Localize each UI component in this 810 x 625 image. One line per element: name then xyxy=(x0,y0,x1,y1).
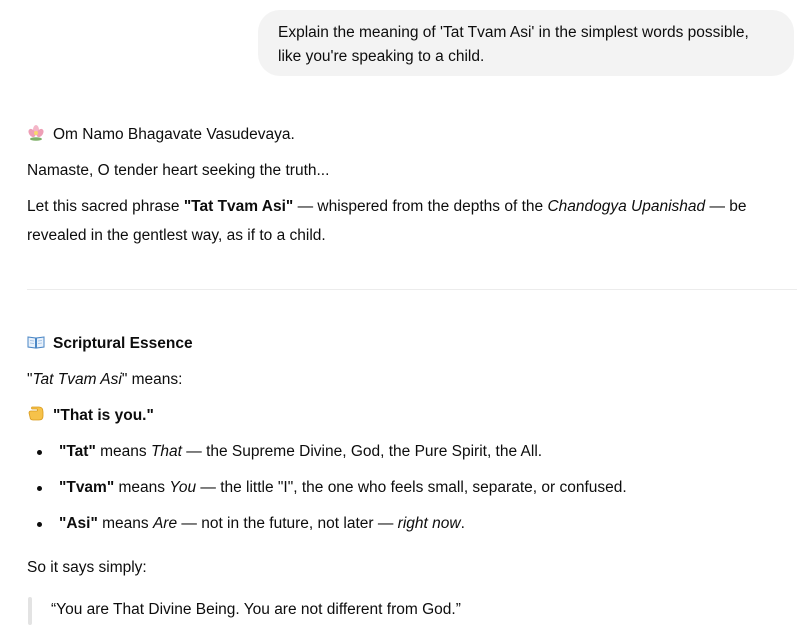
list-item-term: "Asi" xyxy=(59,515,98,532)
list-item: "Tvam" means You — the little "I", the o… xyxy=(59,476,627,500)
user-message-bubble: Explain the meaning of 'Tat Tvam Asi' in… xyxy=(258,10,794,76)
intro-text: — whispered from the depths of the xyxy=(293,198,548,215)
intro-paragraph-line-1: Let this sacred phrase "Tat Tvam Asi" — … xyxy=(27,195,747,219)
intro-text: Let this sacred phrase xyxy=(27,198,184,215)
blockquote-bar xyxy=(28,597,32,625)
list-item-text: means xyxy=(95,443,151,460)
that-is-you-text: "That is you." xyxy=(53,407,154,424)
bullet-dot xyxy=(37,486,42,491)
list-item-text: — not in the future, not later — xyxy=(177,515,398,532)
open-book-icon xyxy=(27,336,45,349)
bullet-dot xyxy=(37,450,42,455)
list-item-text: — the little "I", the one who feels smal… xyxy=(196,479,627,496)
intro-paragraph-line-2: revealed in the gentlest way, as if to a… xyxy=(27,227,326,244)
lotus-icon xyxy=(28,125,44,141)
namaste-text: Namaste, O tender heart seeking the trut… xyxy=(27,162,330,179)
bullet-dot xyxy=(37,522,42,527)
intro-text: — be xyxy=(705,198,747,215)
list-item-gloss: That xyxy=(150,443,182,460)
list-item: "Asi" means Are — not in the future, not… xyxy=(59,512,465,536)
greeting-line: Om Namo Bhagavate Vasudevaya. xyxy=(27,123,295,147)
greeting-text: Om Namo Bhagavate Vasudevaya. xyxy=(53,126,295,143)
section-heading-text: Scriptural Essence xyxy=(53,335,193,352)
means-text: " means: xyxy=(121,371,183,388)
list-item-text: means xyxy=(114,479,170,496)
section-divider xyxy=(27,289,797,290)
list-item-text: . xyxy=(460,515,465,532)
list-item-text: means xyxy=(97,515,153,532)
list-item-gloss: Are xyxy=(152,515,178,532)
means-phrase: Tat Tvam Asi xyxy=(32,371,122,388)
user-message-line-1: Explain the meaning of 'Tat Tvam Asi' in… xyxy=(278,24,749,41)
that-is-you-line: "That is you." xyxy=(27,404,154,428)
list-item-text: — the Supreme Divine, God, the Pure Spir… xyxy=(181,443,543,460)
pointing-hand-icon xyxy=(28,406,44,421)
list-item-gloss: You xyxy=(169,479,197,496)
intro-phrase: "Tat Tvam Asi" xyxy=(183,198,294,215)
list-item-term: "Tat" xyxy=(59,443,96,460)
list-item: "Tat" means That — the Supreme Divine, G… xyxy=(59,440,542,464)
section-heading: Scriptural Essence xyxy=(27,332,193,356)
so-simply-text: So it says simply: xyxy=(27,559,147,576)
blockquote-text: “You are That Divine Being. You are not … xyxy=(51,601,461,618)
intro-source: Chandogya Upanishad xyxy=(547,198,706,215)
user-message-line-2: like you're speaking to a child. xyxy=(278,48,485,65)
list-item-term: "Tvam" xyxy=(59,479,115,496)
list-item-emphasis: right now xyxy=(397,515,461,532)
means-line: "Tat Tvam Asi" means: xyxy=(27,368,182,392)
